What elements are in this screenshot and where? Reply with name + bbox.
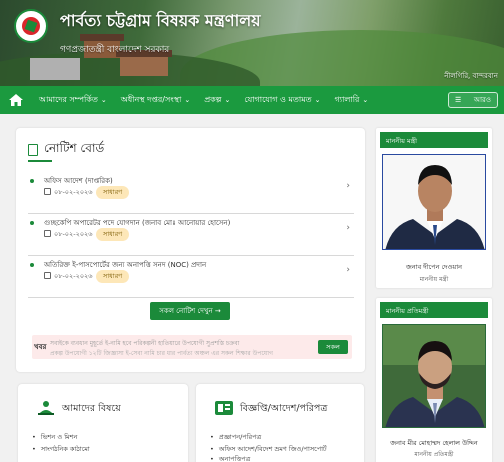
- notice-item[interactable]: অফিস আদেশ (দাপ্তরিক) ০৮-০২-২০২৬ সাধারণ ›: [28, 174, 354, 214]
- nav-item-gallery[interactable]: গ্যালারি ⌄: [328, 86, 376, 114]
- ticker-all-button[interactable]: সকল: [318, 340, 348, 354]
- chevron-down-icon: ⌄: [224, 96, 231, 104]
- nav-label: আমাদের সম্পর্কিত: [39, 94, 98, 104]
- header-banner: পার্বত্য চট্টগ্রাম বিষয়ক মন্ত্রণালয় গণ…: [0, 0, 504, 86]
- all-notices-button[interactable]: সকল নোটিশ দেখুন →: [150, 302, 230, 320]
- chevron-right-icon[interactable]: ›: [346, 265, 350, 275]
- chevron-down-icon: ⌄: [362, 96, 369, 104]
- bullet-icon: [30, 221, 34, 225]
- ticker-text[interactable]: প্রকল্প উপযোগী ১২টি জিজ্ঞাসা ই-সেবা নামি…: [50, 348, 273, 359]
- minister-name[interactable]: জনাব দীপেন দেওয়ান: [376, 262, 492, 273]
- card-link[interactable]: প্রজ্ঞাপন/পরিপত্র: [210, 432, 261, 443]
- chevron-right-icon[interactable]: ›: [346, 181, 350, 191]
- more-menu-button[interactable]: ☰ আরও: [448, 92, 498, 108]
- minister-photo[interactable]: [382, 154, 486, 250]
- nav-label: অধীনস্থ দপ্তর/সংস্থা: [120, 94, 182, 104]
- chevron-down-icon: ⌄: [100, 96, 107, 104]
- card-link[interactable]: ভিশন ও মিশন: [32, 432, 78, 443]
- banner-roof: [80, 34, 124, 41]
- state-minister-photo[interactable]: [382, 324, 486, 428]
- notice-date: ০৮-০২-২০২৬: [54, 188, 93, 196]
- org-icon: [36, 400, 56, 416]
- chevron-down-icon: ⌄: [184, 96, 191, 104]
- nav-item-offices[interactable]: অধীনস্থ দপ্তর/সংস্থা ⌄: [114, 86, 197, 114]
- state-minister-name[interactable]: জনাব মীর মোহাম্মদ হেলাল উদ্দিন: [376, 438, 492, 449]
- state-minister-header: মাননীয় প্রতিমন্ত্রী: [380, 302, 488, 318]
- notice-item[interactable]: অতিরিক্ত ই-পাসপোর্টের জন্য অনাপত্তি সনদ …: [28, 258, 354, 298]
- notices-card: বিজ্ঞপ্তি/আদেশ/পরিপত্র প্রজ্ঞাপন/পরিপত্র…: [196, 384, 364, 462]
- minister-card: মাননীয় মন্ত্রী জনাব দীপেন দেওয়ান মাননী…: [376, 128, 492, 288]
- calendar-icon: [44, 272, 51, 279]
- title-underline: [28, 160, 52, 162]
- notice-doc-icon: [214, 400, 234, 416]
- card-title: বিজ্ঞপ্তি/আদেশ/পরিপত্র: [240, 403, 328, 414]
- chevron-right-icon[interactable]: ›: [346, 223, 350, 233]
- banner-building: [30, 58, 80, 80]
- calendar-icon: [44, 230, 51, 237]
- more-label: আরও: [473, 96, 491, 104]
- notice-title[interactable]: অতিরিক্ত ই-পাসপোর্টের জন্য অনাপত্তি সনদ …: [44, 259, 206, 271]
- nav-label: যোগাযোগ ও মতামত: [244, 94, 312, 104]
- banner-caption: নীলগিরি, বান্দরবান: [444, 72, 498, 80]
- notice-date: ০৮-০২-২০২৬: [54, 272, 93, 280]
- ticker-label: খবর: [34, 343, 47, 351]
- category-badge: সাধারণ: [96, 228, 130, 241]
- site-title[interactable]: পার্বত্য চট্টগ্রাম বিষয়ক মন্ত্রণালয়: [60, 8, 261, 35]
- nav-item-projects[interactable]: প্রকল্প ⌄: [197, 86, 237, 114]
- news-ticker: খবর সবাইকে ব্যবধান মুহূর্তে ই-নামি হবে প…: [32, 335, 352, 359]
- nav-label: প্রকল্প: [204, 94, 222, 104]
- minister-header: মাননীয় মন্ত্রী: [380, 132, 488, 148]
- state-minister-role: মাননীয় প্রতিমন্ত্রী: [414, 451, 454, 458]
- about-card: আমাদের বিষয়ে ভিশন ও মিশন সাংগঠনিক কাঠাম…: [18, 384, 188, 462]
- main-nav: আমাদের সম্পর্কিত ⌄ অধীনস্থ দপ্তর/সংস্থা ⌄ …: [0, 86, 504, 114]
- notice-board-panel: নোটিশ বোর্ড অফিস আদেশ (দাপ্তরিক) ০৮-০২-২…: [16, 128, 365, 372]
- state-minister-card: মাননীয় প্রতিমন্ত্রী জনাব মীর মোহাম্মদ হ…: [376, 298, 492, 462]
- notice-item[interactable]: গুচ্ছকেপি অপারেটর পদে যোগদান (জনাব মোঃ আ…: [28, 216, 354, 256]
- govt-emblem-icon[interactable]: [14, 9, 48, 43]
- notice-date: ০৮-০২-২০২৬: [54, 230, 93, 238]
- calendar-icon: [44, 188, 51, 195]
- bullet-icon: [30, 263, 34, 267]
- minister-role: মাননীয় মন্ত্রী: [419, 276, 449, 283]
- notice-board-header: নোটিশ বোর্ড: [28, 140, 104, 160]
- nav-label: গ্যালারি: [334, 94, 360, 104]
- nav-item-about[interactable]: আমাদের সম্পর্কিত ⌄: [32, 86, 114, 114]
- card-link[interactable]: অনাপত্তিপত্র: [210, 454, 251, 462]
- menu-icon: ☰: [455, 96, 462, 104]
- category-badge: সাধারণ: [96, 186, 130, 199]
- nav-item-contact[interactable]: যোগাযোগ ও মতামত ⌄: [237, 86, 327, 114]
- site-subtitle: গণপ্রজাতন্ত্রী বাংলাদেশ সরকার: [60, 45, 170, 55]
- banner-building: [120, 56, 168, 76]
- bullet-icon: [30, 179, 34, 183]
- home-icon[interactable]: [0, 86, 32, 114]
- notice-board-title: নোটিশ বোর্ড: [44, 141, 105, 155]
- card-title: আমাদের বিষয়ে: [62, 403, 121, 414]
- document-icon: [28, 144, 38, 156]
- card-link[interactable]: সাংগঠনিক কাঠামো: [32, 444, 90, 455]
- notice-title[interactable]: গুচ্ছকেপি অপারেটর পদে যোগদান (জনাব মোঃ আ…: [44, 217, 230, 229]
- chevron-down-icon: ⌄: [314, 96, 321, 104]
- category-badge: সাধারণ: [96, 270, 130, 283]
